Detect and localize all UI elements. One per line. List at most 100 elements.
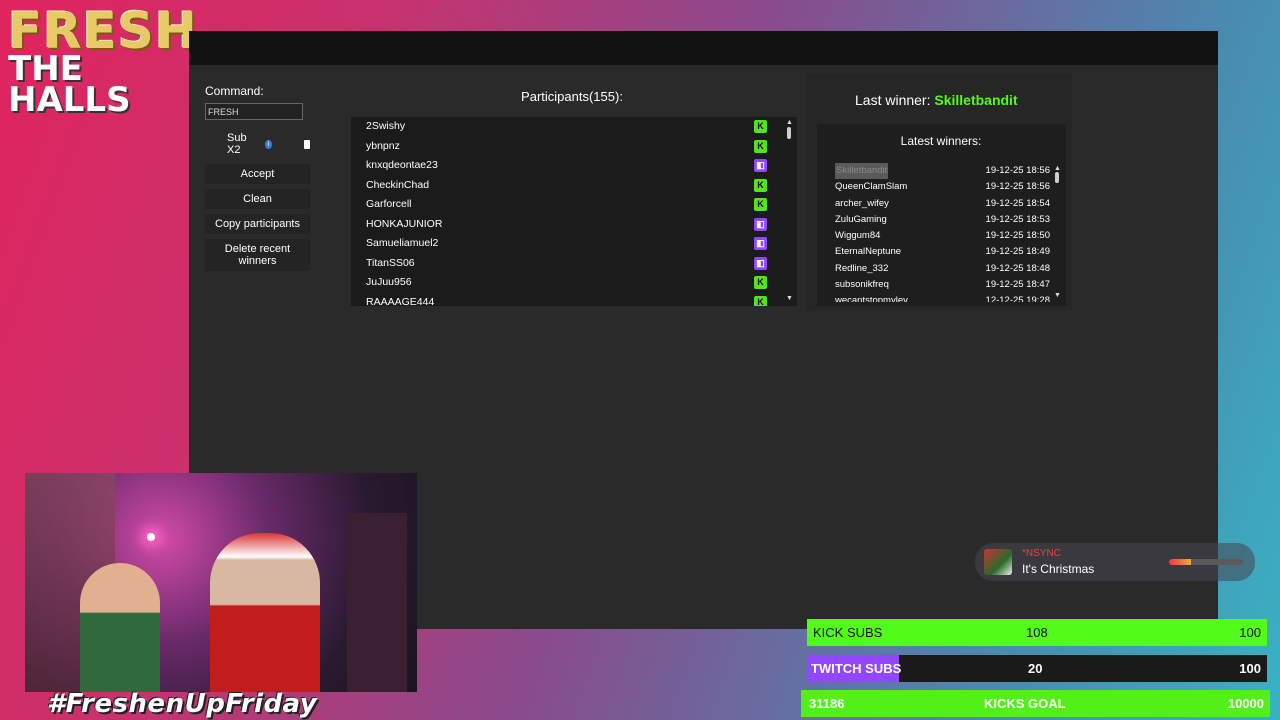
command-label: Command: bbox=[205, 84, 264, 98]
kicks-goal-current: 31186 bbox=[809, 696, 845, 711]
streamer-left bbox=[80, 563, 160, 692]
participant-row[interactable]: ybnpnz K bbox=[351, 137, 797, 157]
sub-x2-label: Sub X2 bbox=[227, 132, 247, 156]
participant-row[interactable]: knxqdeontae23 ◧ bbox=[351, 156, 797, 176]
winners-scroll-down-icon[interactable]: ▼ bbox=[1054, 292, 1061, 299]
logo-line-2: THE HALLS bbox=[8, 49, 131, 121]
winner-name: archer_wifey bbox=[835, 197, 889, 209]
winner-row[interactable]: ZuluGaming 19-12-25 18:53 bbox=[835, 212, 1050, 228]
kicks-goal: 31186 KICKS GOAL 10000 bbox=[801, 690, 1270, 717]
controls-panel: Command: Sub X2 i Accept Clean Copy part… bbox=[205, 84, 310, 271]
winner-row[interactable]: subsonikfreq 19-12-25 18:47 bbox=[835, 277, 1050, 293]
command-input[interactable] bbox=[205, 103, 303, 120]
winner-time: 19-12-25 18:56 bbox=[985, 165, 1050, 176]
participant-row[interactable]: RAAAAGE444 K bbox=[351, 293, 797, 307]
fresh-the-halls-logo: FRESH THE HALLS bbox=[8, 2, 198, 121]
sub-x2-checkbox[interactable] bbox=[303, 139, 310, 149]
participants-title: Participants(155): bbox=[521, 89, 623, 104]
hashtag-banner: #FreshenUpFriday bbox=[47, 689, 318, 719]
winners-scrollbar[interactable] bbox=[1055, 172, 1059, 183]
participant-row[interactable]: JuJuu956 K bbox=[351, 273, 797, 293]
winner-row[interactable]: Skilletbandit 19-12-25 18:56 bbox=[835, 163, 1050, 180]
info-icon[interactable]: i bbox=[265, 139, 272, 149]
twitch-subs-max: 100 bbox=[1239, 661, 1261, 676]
now-playing-song: It's Christmas bbox=[1022, 562, 1095, 576]
winners-scroll-up-icon[interactable]: ▲ bbox=[1054, 165, 1061, 172]
participant-name: knxqdeontae23 bbox=[366, 159, 438, 171]
winner-name: Skilletbandit bbox=[835, 163, 889, 180]
participant-row[interactable]: Garforcell K bbox=[351, 195, 797, 215]
winner-row[interactable]: archer_wifey 19-12-25 18:54 bbox=[835, 196, 1050, 212]
winner-name: Redline_332 bbox=[835, 262, 889, 274]
participant-name: Garforcell bbox=[366, 198, 412, 210]
participant-name: 2Swishy bbox=[366, 120, 406, 132]
winner-time: 19-12-25 18:48 bbox=[985, 262, 1050, 274]
now-playing-artist: *NSYNC bbox=[1022, 548, 1061, 559]
twitch-icon: ◧ bbox=[754, 159, 767, 172]
winner-time: 19-12-25 18:47 bbox=[985, 279, 1050, 291]
participants-scrollbar[interactable] bbox=[787, 127, 791, 139]
latest-winners-list[interactable]: Skilletbandit 19-12-25 18:56 QueenClamSlam… bbox=[835, 163, 1050, 302]
winner-name: subsonikfreq bbox=[835, 279, 889, 291]
winner-row[interactable]: wecantstopmyley 12-12-25 19:28 bbox=[835, 293, 1050, 302]
lamp-light bbox=[147, 533, 155, 541]
kicks-goal-label: KICKS GOAL bbox=[984, 696, 1066, 711]
winner-row[interactable]: EternalNeptune 19-12-25 18:49 bbox=[835, 244, 1050, 260]
participant-name: ybnpnz bbox=[366, 139, 400, 152]
participants-list[interactable]: 2Swishy Kybnpnz Kknxqdeontae23 ◧ CheckinChad… bbox=[351, 117, 797, 306]
winner-row[interactable]: Redline_332 19-12-25 18:48 bbox=[835, 261, 1050, 277]
streamer-right-santa-hat bbox=[210, 533, 320, 692]
now-playing-widget: *NSYNC It's Christmas bbox=[975, 543, 1255, 581]
winner-time: 19-12-25 18:56 bbox=[985, 181, 1050, 193]
latest-winners-title: Latest winners: bbox=[900, 134, 982, 148]
clean-button[interactable]: Clean bbox=[205, 189, 310, 209]
participant-name: TitanSS06 bbox=[366, 256, 415, 269]
last-winner-name: Skilletbandit bbox=[934, 92, 1018, 108]
participant-name: HONKAJUNIOR bbox=[366, 217, 443, 230]
background-door bbox=[347, 513, 407, 692]
delete-recent-winners-button[interactable]: Delete recent winners bbox=[205, 239, 310, 271]
app-title-bar bbox=[189, 31, 1218, 65]
kick-subs-goal: KICK SUBS 108 100 bbox=[807, 619, 1267, 646]
participant-row[interactable]: Samueliamuel2 ◧ bbox=[351, 234, 797, 254]
kick-icon: K bbox=[754, 276, 767, 289]
twitch-icon: ◧ bbox=[754, 237, 767, 250]
webcam-feed bbox=[25, 473, 417, 692]
twitch-subs-current: 20 bbox=[1028, 661, 1043, 676]
accept-button[interactable]: Accept bbox=[205, 164, 310, 184]
kick-icon: K bbox=[754, 295, 767, 306]
kick-subs-label: KICK SUBS bbox=[813, 625, 883, 640]
participant-name: CheckinChad bbox=[366, 178, 430, 191]
kick-icon: K bbox=[754, 139, 767, 153]
participant-row[interactable]: HONKAJUNIOR ◧ bbox=[351, 215, 797, 235]
scroll-up-icon[interactable]: ▲ bbox=[786, 119, 793, 126]
winner-time: 19-12-25 18:54 bbox=[985, 197, 1050, 209]
kick-subs-current: 108 bbox=[1026, 625, 1048, 640]
participant-name: Samueliamuel2 bbox=[366, 237, 439, 249]
winner-time: 19-12-25 18:53 bbox=[985, 213, 1050, 225]
winner-row[interactable]: Wiggum84 19-12-25 18:50 bbox=[835, 228, 1050, 244]
winner-time: 19-12-25 18:49 bbox=[985, 246, 1050, 258]
participant-row[interactable]: TitanSS06 ◧ bbox=[351, 254, 797, 274]
logo-line-1: FRESH bbox=[8, 2, 198, 60]
winner-time: 12-12-25 19:28 bbox=[985, 295, 1050, 302]
participant-name: JuJuu956 bbox=[366, 276, 412, 288]
twitch-subs-label: TWITCH SUBS bbox=[811, 661, 902, 676]
copy-participants-button[interactable]: Copy participants bbox=[205, 214, 310, 234]
winner-row[interactable]: QueenClamSlam 19-12-25 18:56 bbox=[835, 179, 1050, 195]
winner-name: ZuluGaming bbox=[835, 213, 887, 225]
twitch-icon: ◧ bbox=[754, 256, 767, 270]
winner-name: QueenClamSlam bbox=[835, 181, 908, 193]
participant-row[interactable]: 2Swishy K bbox=[351, 117, 797, 137]
twitch-icon: ◧ bbox=[754, 217, 767, 231]
participant-name: RAAAAGE444 bbox=[366, 295, 435, 307]
song-progress-bar bbox=[1169, 559, 1243, 565]
winner-name: Wiggum84 bbox=[835, 230, 881, 242]
sub-x2-row: Sub X2 i bbox=[205, 132, 310, 156]
participant-row[interactable]: CheckinChad K bbox=[351, 176, 797, 196]
kick-icon: K bbox=[754, 178, 767, 192]
last-winner-label: Last winner: bbox=[855, 92, 931, 108]
scroll-down-icon[interactable]: ▼ bbox=[786, 295, 793, 302]
kick-icon: K bbox=[754, 198, 767, 211]
winner-name: EternalNeptune bbox=[835, 246, 902, 258]
